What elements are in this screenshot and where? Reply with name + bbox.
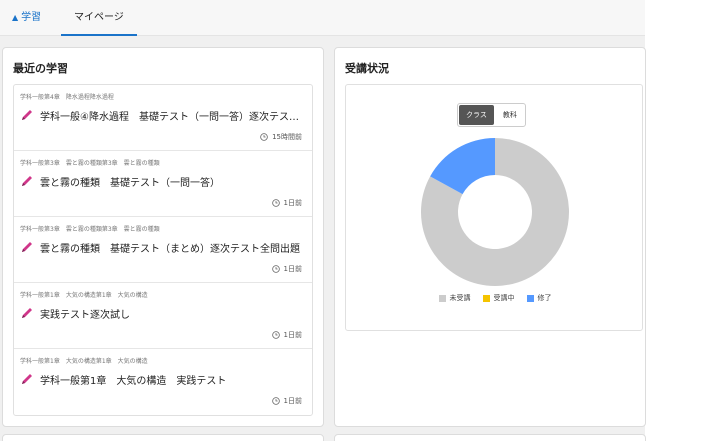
item-time: 1日前 [271, 264, 302, 274]
recent-study-list: 学科一般第4章 降水過程降水過程 学科一般④降水過程 基礎テスト（一問一答）逐次… [13, 84, 313, 416]
item-breadcrumb: 学科一般第1章 大気の構造第1章 大気の構造 [20, 292, 148, 299]
list-item[interactable]: 学科一般第1章 大気の構造第1章 大気の構造 学科一般第1章 大気の構造 実践テ… [14, 349, 312, 415]
item-breadcrumb: 学科一般第1章 大気の構造第1章 大気の構造 [20, 358, 148, 365]
item-title[interactable]: 学科一般第1章 大気の構造 実践テスト [40, 372, 226, 387]
legend-label: 修了 [537, 294, 552, 302]
legend-swatch [438, 294, 446, 302]
legend-item[interactable]: 受講中 [482, 293, 515, 303]
course-status-title: 受講状況 [345, 62, 389, 75]
clock-icon [260, 133, 268, 141]
clock-icon [271, 397, 280, 405]
item-title[interactable]: 雲と霧の種類 基礎テスト（まとめ）逐次テスト全問出題 [40, 240, 300, 255]
legend-swatch [526, 294, 534, 302]
status-donut-chart [421, 138, 569, 286]
item-breadcrumb: 学科一般第4章 降水過程降水過程 [20, 94, 114, 101]
item-title[interactable]: 学科一般④降水過程 基礎テスト（一問一答）逐次テス… [40, 108, 299, 123]
item-title[interactable]: 雲と霧の種類 基礎テスト（一問一答） [40, 174, 220, 189]
pencil-icon [22, 176, 32, 186]
list-item[interactable]: 学科一般第4章 降水過程降水過程 学科一般④降水過程 基礎テスト（一問一答）逐次… [14, 85, 312, 151]
pencil-icon [22, 374, 32, 384]
top-navigation: ▲ 学習 マイページ [0, 0, 645, 36]
recent-study-title: 最近の学習 [13, 62, 68, 75]
item-time-label: 15時間前 [272, 133, 302, 141]
legend-item[interactable]: 修了 [526, 293, 552, 303]
item-title[interactable]: 実践テスト逐次試し [40, 306, 130, 321]
item-time: 15時間前 [260, 132, 302, 142]
tab-study[interactable]: ▲ 学習 [12, 0, 41, 36]
view-toggle: クラス 教科 [457, 103, 526, 127]
toggle-class-button[interactable]: クラス [459, 105, 494, 125]
lower-right-panel [334, 434, 646, 441]
status-chart-box: クラス 教科 未受講 受講中 修了 [345, 84, 643, 331]
pencil-icon [22, 308, 32, 318]
list-item[interactable]: 学科一般第3章 雲と霧の種類第3章 雲と霧の種類 雲と霧の種類 基礎テスト（一問… [14, 151, 312, 217]
list-item[interactable]: 学科一般第3章 雲と霧の種類第3章 雲と霧の種類 雲と霧の種類 基礎テスト（まと… [14, 217, 312, 283]
lower-left-panel [2, 434, 324, 441]
item-time-label: 1日前 [283, 331, 302, 339]
tab-mypage-label: マイページ [74, 12, 124, 23]
legend-label: 受講中 [493, 294, 515, 302]
item-time-label: 1日前 [283, 265, 302, 273]
toggle-subject-button[interactable]: 教科 [496, 105, 524, 125]
course-status-panel: 受講状況 クラス 教科 未受講 受講中 修了 [334, 47, 646, 427]
recent-study-panel: 最近の学習 学科一般第4章 降水過程降水過程 学科一般④降水過程 基礎テスト（一… [2, 47, 324, 427]
item-time-label: 1日前 [283, 199, 302, 207]
legend-swatch [482, 294, 490, 302]
item-time-label: 1日前 [283, 397, 302, 405]
clock-icon [271, 331, 280, 339]
legend-item[interactable]: 未受講 [438, 293, 471, 303]
pencil-icon [22, 242, 32, 252]
item-breadcrumb: 学科一般第3章 雲と霧の種類第3章 雲と霧の種類 [20, 160, 160, 167]
graduation-cap-icon: ▲ [12, 13, 19, 22]
clock-icon [271, 199, 280, 207]
item-time: 1日前 [271, 330, 302, 340]
chart-legend: 未受講 受講中 修了 [346, 293, 644, 303]
item-time: 1日前 [271, 396, 302, 406]
pencil-icon [22, 110, 32, 120]
list-item[interactable]: 学科一般第1章 大気の構造第1章 大気の構造 実践テスト逐次試し 1日前 [14, 283, 312, 349]
clock-icon [271, 265, 280, 273]
tab-study-label: 学習 [21, 12, 42, 23]
legend-label: 未受講 [449, 294, 471, 302]
item-breadcrumb: 学科一般第3章 雲と霧の種類第3章 雲と霧の種類 [20, 226, 160, 233]
tab-mypage[interactable]: マイページ [61, 0, 137, 36]
item-time: 1日前 [271, 198, 302, 208]
